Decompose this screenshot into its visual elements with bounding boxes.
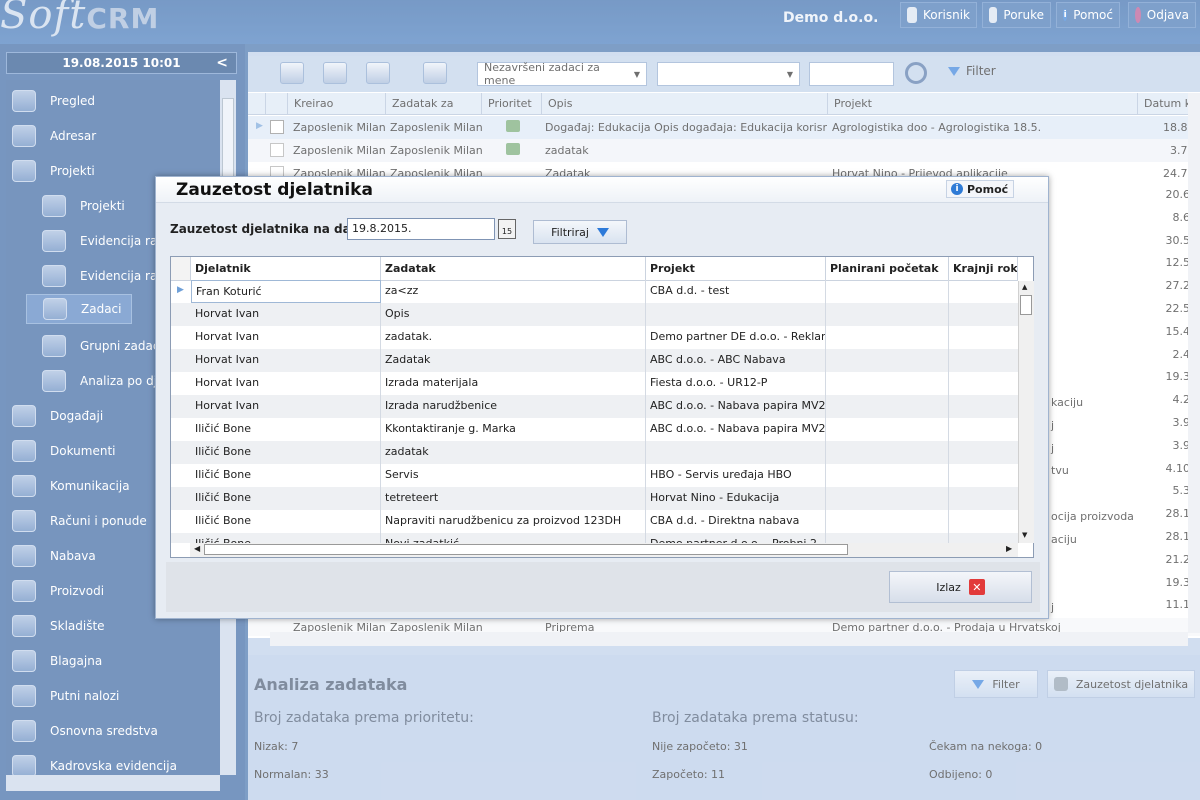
cell-planirani-pocetak (826, 441, 949, 464)
cell-zadatak: Servis (381, 464, 646, 487)
grid-header-zadatak[interactable]: Zadatak (381, 257, 646, 281)
cell-djelatnik: Iličić Bone (191, 533, 381, 543)
table-row[interactable]: Iličić Bone Napraviti narudžbenicu za pr… (171, 510, 1018, 533)
scroll-thumb[interactable] (204, 544, 848, 555)
table-row[interactable]: Horvat Ivan Opis (171, 303, 1018, 326)
cell-zadatak: Napraviti narudžbenicu za proizvod 123DH (381, 510, 646, 533)
cell-planirani-pocetak (826, 464, 949, 487)
cell-projekt: Horvat Nino - Edukacija (646, 487, 826, 510)
cell-djelatnik: Horvat Ivan (191, 326, 381, 349)
cell-planirani-pocetak (826, 533, 949, 543)
filtriraj-button[interactable]: Filtriraj (533, 220, 627, 244)
izlaz-button[interactable]: Izlaz ✕ (889, 571, 1032, 603)
cell-zadatak: za<zz (381, 280, 646, 303)
cell-projekt: CBA d.d. - test (646, 280, 826, 303)
cell-projekt: ABC d.o.o. - Nabava papira MV2 (646, 418, 826, 441)
cell-djelatnik: Horvat Ivan (191, 349, 381, 372)
grid-header-indicator (171, 257, 191, 281)
scroll-right-icon[interactable]: ▶ (1006, 544, 1012, 553)
cell-projekt (646, 303, 826, 326)
scroll-up-icon[interactable]: ▲ (1022, 283, 1027, 291)
cell-projekt: Demo partner d.o.o. - Probni 2 (646, 533, 826, 543)
cell-zadatak: tetreteert (381, 487, 646, 510)
date-label: Zauzetost djelatnika na dan: (170, 222, 365, 236)
table-row[interactable]: Iličić Bone Servis HBO - Servis uređaja … (171, 464, 1018, 487)
dialog-help-button[interactable]: i Pomoć (946, 180, 1014, 198)
scroll-left-icon[interactable]: ◀ (194, 544, 200, 553)
cell-zadatak: Izrada materijala (381, 372, 646, 395)
cell-projekt: HBO - Servis uređaja HBO (646, 464, 826, 487)
cell-djelatnik: Horvat Ivan (191, 395, 381, 418)
table-row[interactable]: Horvat Ivan zadatak. Demo partner DE d.o… (171, 326, 1018, 349)
izlaz-label: Izlaz (936, 580, 961, 594)
table-row[interactable]: Iličić Bone Novi zadatkić Demo partner d… (171, 533, 1018, 543)
cell-zadatak: Opis (381, 303, 646, 326)
table-row[interactable]: Iličić Bone tetreteert Horvat Nino - Edu… (171, 487, 1018, 510)
cell-planirani-pocetak (826, 349, 949, 372)
table-row[interactable]: Horvat Ivan Izrada materijala Fiesta d.o… (171, 372, 1018, 395)
table-row[interactable]: Iličić Bone Kkontaktiranje g. Marka ABC … (171, 418, 1018, 441)
cell-planirani-pocetak (826, 372, 949, 395)
cell-projekt (646, 441, 826, 464)
cell-projekt: ABC d.o.o. - Nabava papira MV2 (646, 395, 826, 418)
grid-header-projekt[interactable]: Projekt (646, 257, 826, 281)
cell-zadatak: Kkontaktiranje g. Marka (381, 418, 646, 441)
date-input[interactable]: 19.8.2015. (347, 218, 495, 240)
cell-projekt: Demo partner DE d.o.o. - Reklan (646, 326, 826, 349)
cell-djelatnik: Iličić Bone (191, 510, 381, 533)
occupancy-hscrollbar[interactable]: ◀ ▶ (190, 543, 1018, 557)
cell-projekt: CBA d.d. - Direktna nabava (646, 510, 826, 533)
cell-planirani-pocetak (826, 418, 949, 441)
cell-planirani-pocetak (826, 303, 949, 326)
cell-planirani-pocetak (826, 280, 949, 303)
cell-projekt: Fiesta d.o.o. - UR12-P (646, 372, 826, 395)
cell-planirani-pocetak (826, 510, 949, 533)
grid-header-djelatnik[interactable]: Djelatnik (191, 257, 381, 281)
close-icon: ✕ (968, 579, 985, 595)
cell-zadatak: Zadatak (381, 349, 646, 372)
cell-zadatak: zadatak. (381, 326, 646, 349)
grid-header-planirani-pocetak[interactable]: Planirani početak (826, 257, 949, 281)
grid-header-krajnji-rok[interactable]: Krajnji rok (949, 257, 1018, 281)
cell-djelatnik[interactable]: Fran Koturić (191, 280, 381, 303)
cell-djelatnik: Iličić Bone (191, 487, 381, 510)
filter-icon (596, 227, 609, 237)
scroll-down-icon[interactable]: ▼ (1022, 531, 1027, 539)
dialog-title: Zauzetost djelatnika (176, 180, 373, 200)
cell-djelatnik: Horvat Ivan (191, 303, 381, 326)
filtriraj-label: Filtriraj (551, 225, 589, 239)
table-row[interactable]: ▶ Fran Koturić za<zz CBA d.d. - test (171, 280, 1018, 303)
cell-zadatak: zadatak (381, 441, 646, 464)
cell-planirani-pocetak (826, 487, 949, 510)
table-row[interactable]: Iličić Bone zadatak (171, 441, 1018, 464)
info-icon: i (951, 183, 963, 195)
cell-zadatak: Izrada narudžbenice (381, 395, 646, 418)
cell-planirani-pocetak (826, 326, 949, 349)
calendar-day: 15 (501, 227, 513, 236)
table-row[interactable]: Horvat Ivan Zadatak ABC d.o.o. - ABC Nab… (171, 349, 1018, 372)
scroll-thumb[interactable] (1020, 295, 1032, 315)
calendar-icon[interactable]: 15 (498, 219, 516, 239)
row-pointer-icon: ▶ (177, 285, 184, 295)
cell-djelatnik: Iličić Bone (191, 464, 381, 487)
table-row[interactable]: Horvat Ivan Izrada narudžbenice ABC d.o.… (171, 395, 1018, 418)
cell-djelatnik: Horvat Ivan (191, 372, 381, 395)
cell-djelatnik: Iličić Bone (191, 418, 381, 441)
cell-djelatnik: Iličić Bone (191, 441, 381, 464)
cell-zadatak: Novi zadatkić (381, 533, 646, 543)
occupancy-vscrollbar[interactable]: ▲ ▼ (1018, 281, 1034, 543)
cell-planirani-pocetak (826, 395, 949, 418)
cell-projekt: ABC d.o.o. - ABC Nabava (646, 349, 826, 372)
dialog-help-label: Pomoć (967, 182, 1009, 196)
